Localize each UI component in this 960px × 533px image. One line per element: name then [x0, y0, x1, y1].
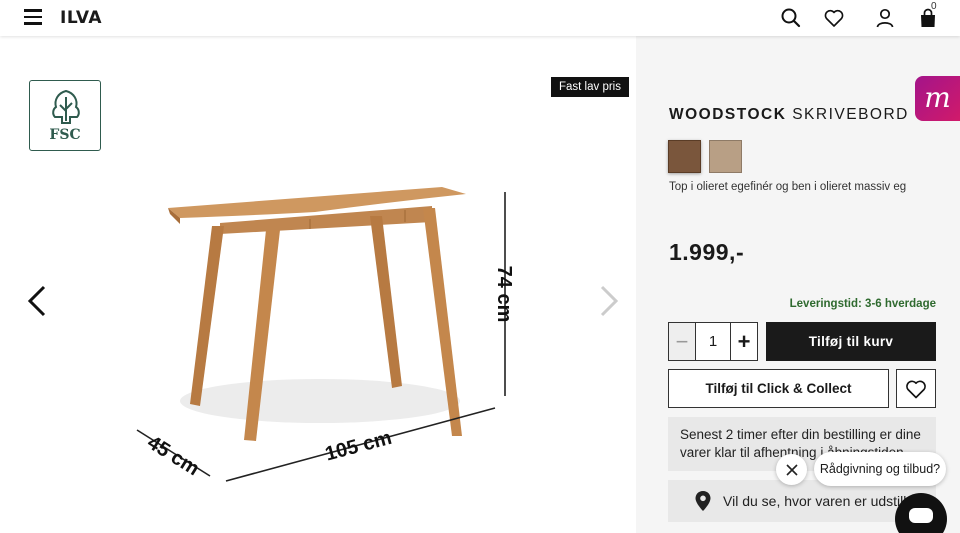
location-pin-icon [695, 491, 711, 511]
close-icon [785, 463, 798, 476]
product-image: 74 cm 105 cm 45 cm [136, 187, 515, 482]
low-price-badge: Fast lav pris [551, 77, 629, 97]
product-gallery: FSC Fast lav pris 74 cm 105 cm 45 cm [0, 36, 636, 533]
chat-close-button[interactable] [776, 454, 807, 485]
quantity-decrease-button[interactable]: − [669, 323, 696, 360]
wishlist-button[interactable] [896, 369, 936, 408]
heart-icon [906, 380, 926, 398]
product-description: Top i olieret egefinér og ben i olieret … [669, 181, 907, 193]
site-header: ILVA 0 [0, 0, 960, 36]
product-price: 1.999,- [669, 239, 745, 265]
chevron-left-icon[interactable] [26, 284, 48, 318]
dimension-depth: 45 cm [143, 432, 203, 481]
chat-icon [909, 508, 933, 523]
menu-icon[interactable] [24, 9, 42, 25]
dimension-height: 74 cm [493, 266, 515, 323]
product-type: SKRIVEBORD [792, 106, 909, 123]
site-logo[interactable]: ILVA [60, 8, 102, 28]
cart-count: 0 [931, 1, 937, 12]
fsc-logo: FSC [29, 80, 101, 151]
click-collect-button[interactable]: Tilføj til Click & Collect [668, 369, 889, 408]
m-badge-icon[interactable]: m [915, 76, 960, 121]
search-icon[interactable] [779, 6, 803, 30]
color-swatch-light-oak[interactable] [709, 140, 742, 173]
chevron-right-icon[interactable] [598, 284, 620, 318]
product-brand: WOODSTOCK [669, 106, 787, 123]
store-prompt-text: Vil du se, hvor varen er udstillet? [723, 493, 926, 509]
quantity-value[interactable]: 1 [696, 323, 730, 360]
user-icon[interactable] [873, 6, 897, 30]
tree-icon [52, 89, 80, 124]
chat-prompt-bubble[interactable]: Rådgivning og tilbud? [814, 452, 946, 486]
heart-icon[interactable] [822, 6, 846, 30]
product-title: WOODSTOCK SKRIVEBORD [669, 106, 909, 124]
quantity-increase-button[interactable]: + [730, 323, 757, 360]
fsc-text: FSC [49, 127, 81, 143]
dimension-width: 105 cm [323, 427, 394, 466]
add-to-cart-button[interactable]: Tilføj til kurv [766, 322, 936, 361]
color-swatch-dark-oak[interactable] [668, 140, 701, 173]
quantity-stepper: − 1 + [668, 322, 758, 361]
delivery-time: Leveringstid: 3-6 hverdage [789, 298, 936, 310]
